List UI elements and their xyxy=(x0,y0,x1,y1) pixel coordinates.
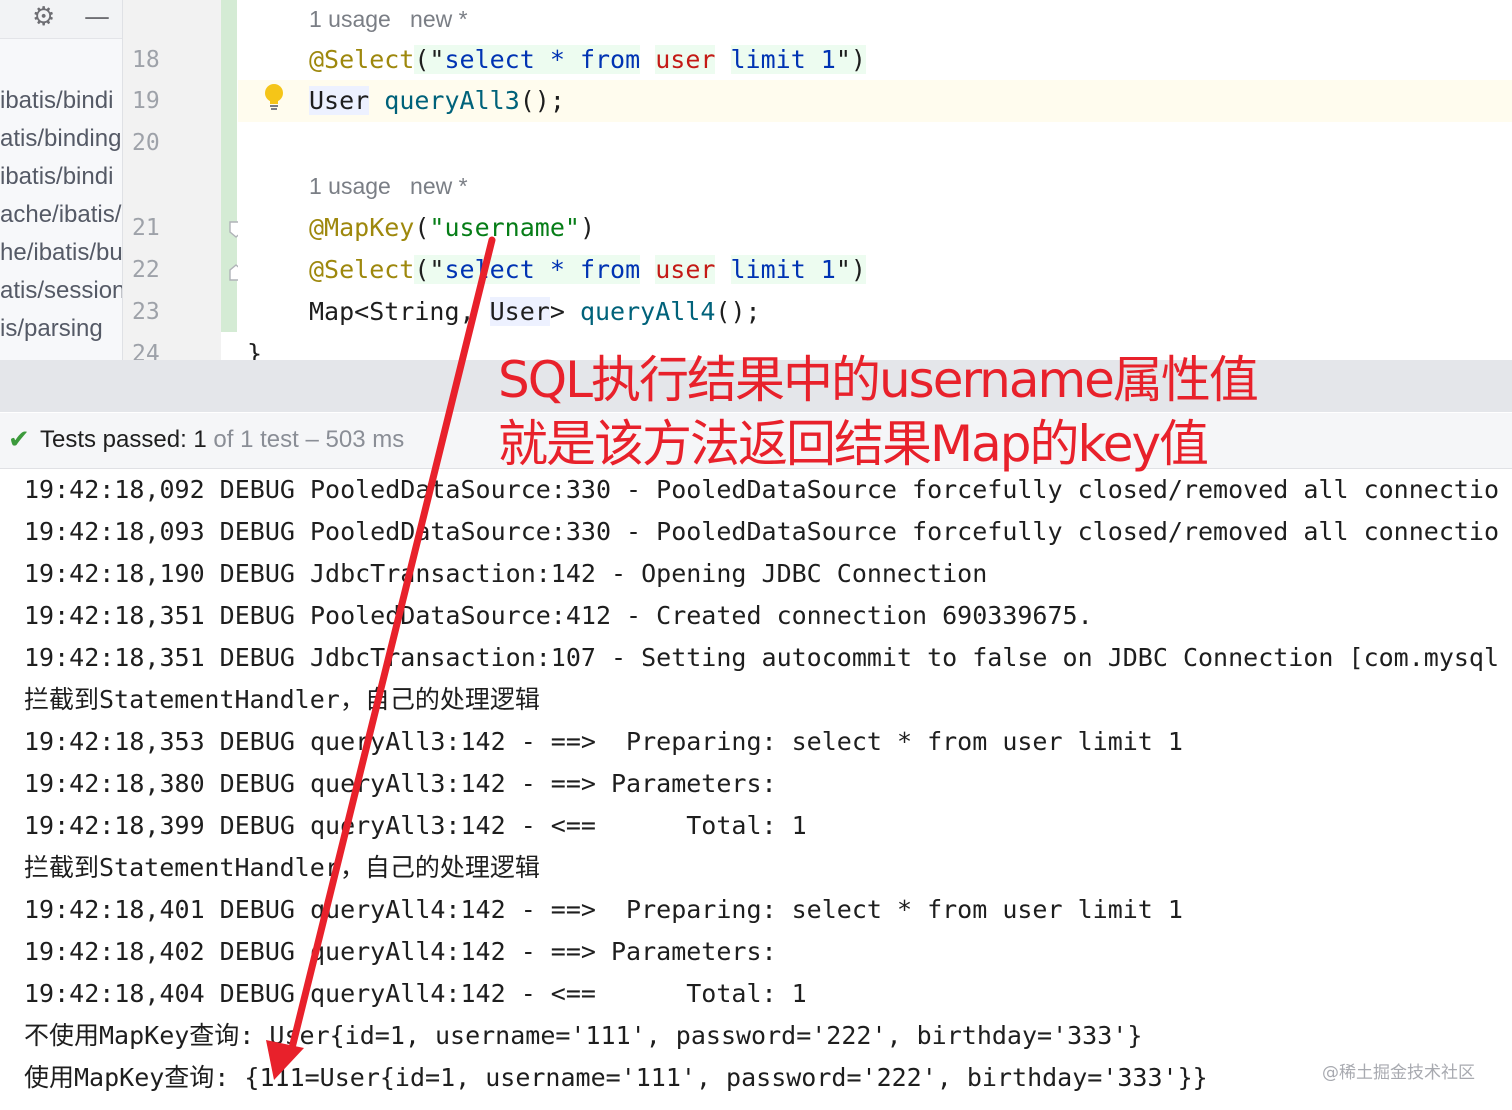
annotation-line-2: 就是该方法返回结果Map的key值 xyxy=(498,415,1209,473)
annotation-text: SQL执行结果中的username属性值 就是该方法返回结果Map的key值 xyxy=(498,348,1259,476)
annotation-arrow xyxy=(266,236,496,1080)
annotation-line-1: SQL执行结果中的username属性值 xyxy=(498,351,1259,409)
watermark: @稀土掘金技术社区 xyxy=(1322,1063,1475,1083)
